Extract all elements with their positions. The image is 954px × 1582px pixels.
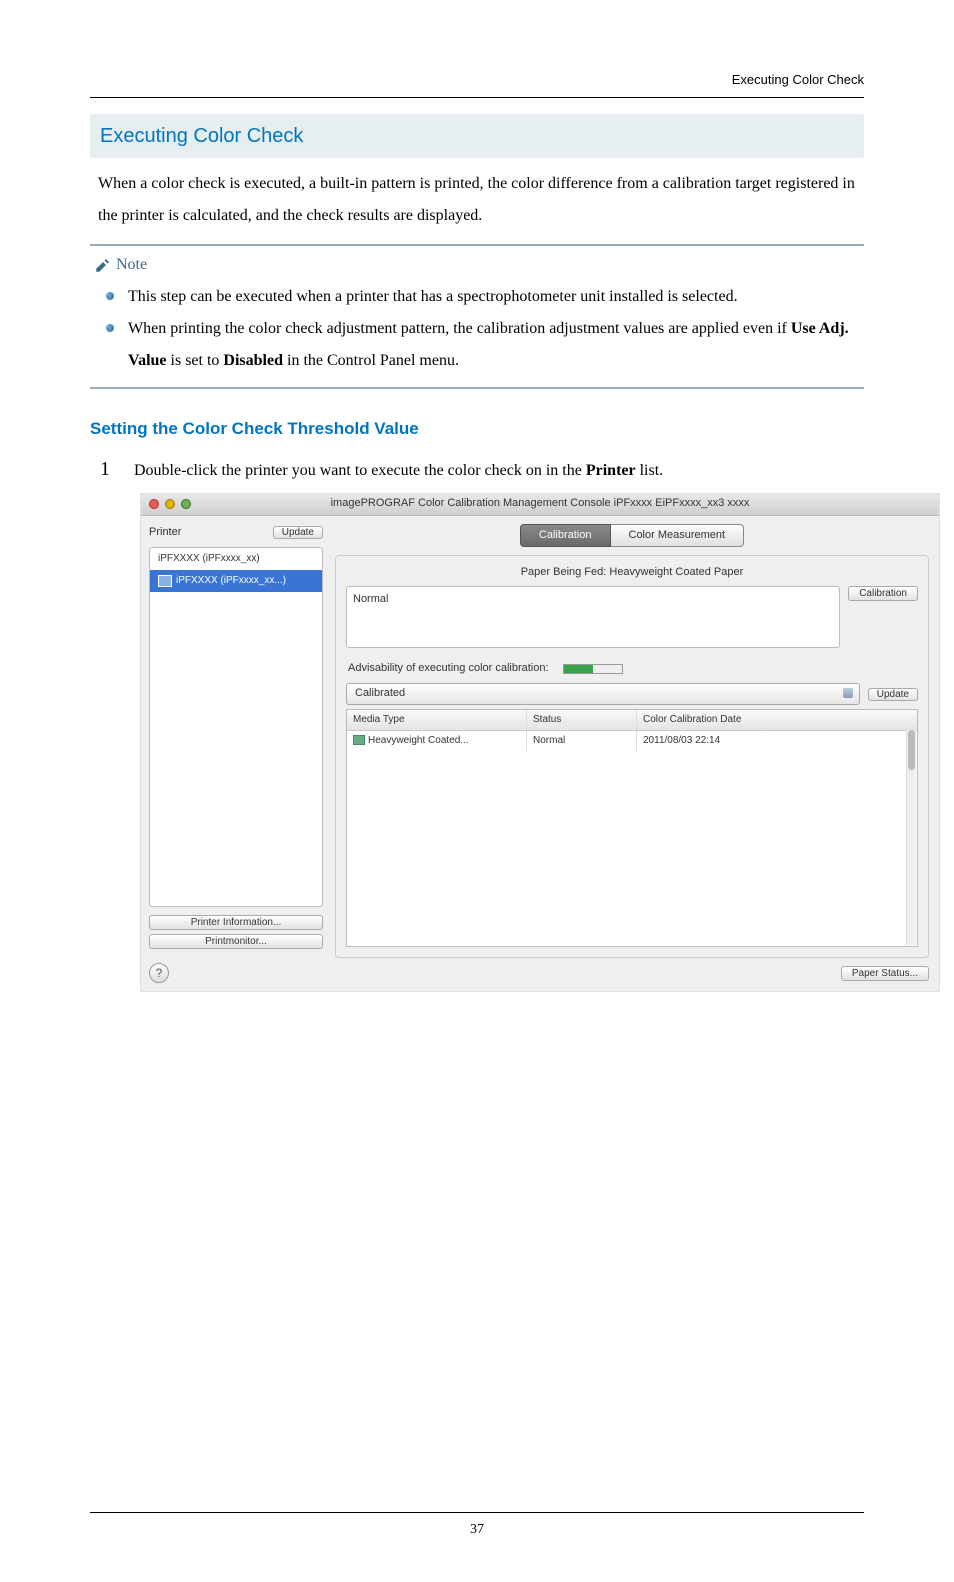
printer-list-item-label: iPFXXXX (iPFxxxx_xx...) [176, 573, 286, 589]
tab-bar: Calibration Color Measurement [335, 524, 929, 548]
printer-list[interactable]: iPFXXXX (iPFxxxx_xx) iPFXXXX (iPFxxxx_xx… [149, 547, 323, 907]
header-right-label: Executing Color Check [90, 70, 864, 97]
status-box: Normal [346, 586, 840, 648]
step-1: 1 Double-click the printer you want to e… [100, 453, 864, 485]
note-2-text-a: When printing the color check adjustment… [128, 320, 791, 337]
col-calibration-date[interactable]: Color Calibration Date [637, 710, 917, 730]
printer-list-item-selected[interactable]: iPFXXXX (iPFxxxx_xx...) [150, 570, 322, 592]
table-row[interactable]: Heavyweight Coated... Normal 2011/08/03 … [347, 731, 917, 751]
help-button[interactable]: ? [149, 963, 169, 983]
step-1-text-c: list. [636, 462, 664, 479]
paper-status-button[interactable]: Paper Status... [841, 966, 929, 981]
note-2-bold-d: Disabled [223, 352, 283, 369]
advisability-bar [563, 664, 623, 674]
intro-paragraph: When a color check is executed, a built-… [98, 168, 856, 232]
col-media-type[interactable]: Media Type [347, 710, 527, 730]
page-number: 37 [470, 1522, 484, 1537]
sidebar-printer-label: Printer [149, 524, 181, 542]
sidebar: Printer Update iPFXXXX (iPFxxxx_xx) iPFX… [141, 516, 331, 992]
roll-icon [353, 735, 365, 745]
table-scrollbar-thumb[interactable] [908, 730, 915, 770]
paper-being-fed-label: Paper Being Fed: Heavyweight Coated Pape… [346, 564, 918, 582]
advisability-label: Advisability of executing color calibrat… [348, 660, 549, 678]
main-pane: Calibration Color Measurement Paper Bein… [331, 516, 939, 992]
note-item-1: This step can be executed when a printer… [104, 281, 856, 313]
media-table: Media Type Status Color Calibration Date… [346, 709, 918, 947]
subsection-heading: Setting the Color Check Threshold Value [90, 415, 864, 442]
printer-list-item[interactable]: iPFXXXX (iPFxxxx_xx) [150, 548, 322, 570]
window-title: imagePROGRAF Color Calibration Managemen… [141, 495, 939, 513]
sidebar-update-button[interactable]: Update [273, 526, 323, 539]
printer-information-button[interactable]: Printer Information... [149, 915, 323, 930]
note-icon [94, 256, 112, 274]
note-2-text-e: in the Control Panel menu. [283, 352, 459, 369]
header-rule [90, 97, 864, 98]
page-footer: 37 [90, 1512, 864, 1541]
note-label: Note [116, 252, 147, 278]
app-window: imagePROGRAF Color Calibration Managemen… [140, 493, 940, 993]
calibrated-select[interactable]: Calibrated [346, 683, 860, 705]
tab-color-measurement[interactable]: Color Measurement [611, 524, 745, 548]
step-1-bold: Printer [586, 462, 636, 479]
note-header: Note [94, 252, 860, 278]
table-header: Media Type Status Color Calibration Date [347, 710, 917, 731]
calibration-panel: Paper Being Fed: Heavyweight Coated Pape… [335, 555, 929, 958]
cell-media-type: Heavyweight Coated... [368, 735, 469, 746]
note-block: Note This step can be executed when a pr… [90, 244, 864, 390]
cell-date: 2011/08/03 22:14 [637, 731, 917, 751]
note-item-2: When printing the color check adjustment… [104, 313, 856, 377]
panel-update-button[interactable]: Update [868, 688, 918, 701]
col-status[interactable]: Status [527, 710, 637, 730]
table-scrollbar[interactable] [906, 730, 916, 945]
titlebar: imagePROGRAF Color Calibration Managemen… [141, 494, 939, 516]
cell-status: Normal [527, 731, 637, 751]
note-2-text-c: is set to [167, 352, 224, 369]
step-1-text-a: Double-click the printer you want to exe… [134, 462, 586, 479]
step-1-number: 1 [100, 453, 114, 485]
printmonitor-button[interactable]: Printmonitor... [149, 934, 323, 949]
tab-calibration[interactable]: Calibration [520, 524, 611, 548]
section-heading: Executing Color Check [90, 114, 864, 158]
calibration-button[interactable]: Calibration [848, 586, 918, 601]
